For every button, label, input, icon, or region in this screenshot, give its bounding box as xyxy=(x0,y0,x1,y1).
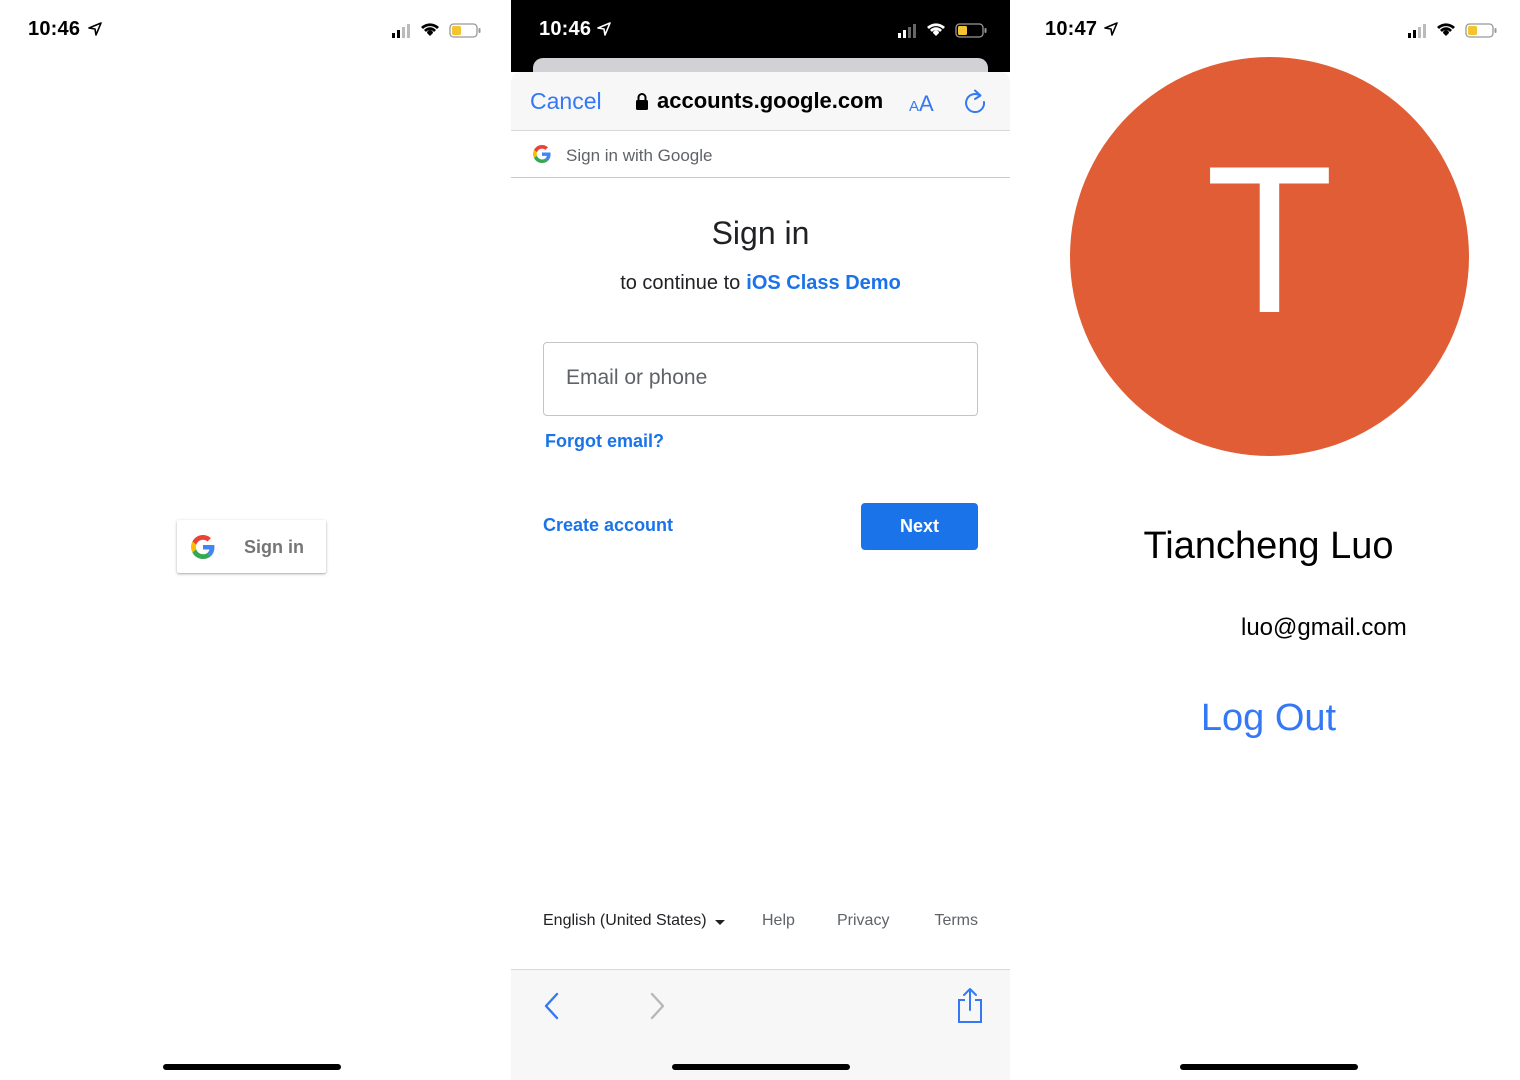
status-time: 10:46 xyxy=(28,18,81,40)
battery-icon xyxy=(955,23,987,38)
google-header: Sign in with Google xyxy=(511,131,1010,178)
google-g-icon xyxy=(191,535,215,559)
create-account-link[interactable]: Create account xyxy=(543,515,673,536)
status-time: 10:47 xyxy=(1045,18,1098,40)
wifi-icon xyxy=(927,23,945,36)
browser-bottom-toolbar xyxy=(511,969,1010,1080)
status-icons xyxy=(1408,23,1497,38)
screen-google-auth: 10:46 Cancel accounts.google.com AA Sign… xyxy=(511,0,1010,1080)
status-bar: 10:46 xyxy=(511,0,1010,60)
cancel-button[interactable]: Cancel xyxy=(530,88,602,115)
next-button[interactable]: Next xyxy=(861,503,978,550)
battery-icon xyxy=(449,23,481,38)
continue-line: to continue to iOS Class Demo xyxy=(511,272,1010,295)
reload-icon[interactable] xyxy=(962,89,988,115)
user-name: Tiancheng Luo xyxy=(1143,525,1394,567)
email-field[interactable] xyxy=(543,342,978,416)
share-icon[interactable] xyxy=(955,986,985,1024)
wifi-icon xyxy=(1437,23,1455,36)
forgot-email-link[interactable]: Forgot email? xyxy=(545,431,664,452)
signal-icon xyxy=(898,24,916,38)
text-size-button[interactable]: AA xyxy=(909,91,934,117)
text-size-large-a: A xyxy=(919,91,934,116)
user-email: luo@gmail.com xyxy=(1241,614,1407,641)
google-header-label: Sign in with Google xyxy=(566,146,713,165)
log-out-button[interactable]: Log Out xyxy=(1017,697,1520,740)
screen-profile: 10:47 T Tiancheng Luo luo@gmail.com Log … xyxy=(1017,0,1520,1080)
status-icons xyxy=(392,23,481,38)
google-sign-in-label: Sign in xyxy=(244,537,304,557)
dropdown-caret-icon[interactable] xyxy=(715,920,725,925)
wifi-icon xyxy=(421,23,439,36)
privacy-link[interactable]: Privacy xyxy=(837,912,889,930)
footer: English (United States) Help Privacy Ter… xyxy=(543,912,978,936)
app-name-link[interactable]: iOS Class Demo xyxy=(746,272,901,294)
back-chevron-icon[interactable] xyxy=(541,990,563,1022)
battery-icon xyxy=(1465,23,1497,38)
text-size-small-a: A xyxy=(909,98,920,115)
home-indicator[interactable] xyxy=(671,1064,850,1070)
location-arrow-icon xyxy=(597,22,611,36)
google-sign-in-button[interactable]: Sign in xyxy=(177,520,326,573)
avatar: T xyxy=(1070,57,1469,456)
continue-prefix: to continue to xyxy=(620,272,741,294)
google-g-icon xyxy=(533,145,551,163)
signal-icon xyxy=(1408,24,1426,38)
signal-icon xyxy=(392,24,410,38)
status-time: 10:46 xyxy=(539,18,592,40)
lock-icon xyxy=(636,93,648,110)
status-bar: 10:46 xyxy=(0,0,504,60)
page-title: Sign in xyxy=(711,215,810,251)
home-indicator[interactable] xyxy=(1179,1064,1358,1070)
status-bar: 10:47 xyxy=(1017,0,1520,60)
forward-chevron-icon[interactable] xyxy=(646,990,668,1022)
email-input[interactable] xyxy=(564,365,958,391)
avatar-initial: T xyxy=(1205,122,1334,357)
location-arrow-icon xyxy=(1104,22,1118,36)
terms-link[interactable]: Terms xyxy=(934,912,978,930)
url-label[interactable]: accounts.google.com xyxy=(657,88,883,114)
language-select[interactable]: English (United States) xyxy=(543,912,707,930)
screen-sign-in-button: 10:46 Sign in xyxy=(0,0,504,1080)
home-indicator[interactable] xyxy=(163,1064,341,1070)
browser-toolbar: Cancel accounts.google.com AA xyxy=(511,72,1010,131)
status-icons xyxy=(898,23,987,38)
help-link[interactable]: Help xyxy=(762,912,795,930)
location-arrow-icon xyxy=(88,22,102,36)
